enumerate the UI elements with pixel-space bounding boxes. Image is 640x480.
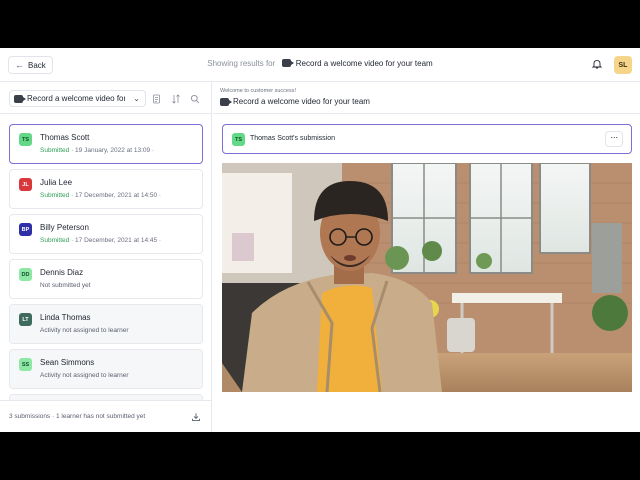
submission-card-linda-thomas[interactable]: LT Linda Thomas Activity not assigned to… — [9, 304, 203, 344]
chevron-down-icon: ⌄ — [133, 94, 140, 103]
submission-status: Activity not assigned to learner — [40, 372, 129, 379]
avatar: BP — [19, 223, 32, 236]
activity-select[interactable]: Record a welcome video for your team ⌄ — [9, 90, 146, 107]
video-frame — [222, 163, 632, 392]
showing-prefix: Showing results for — [207, 59, 276, 68]
video-player[interactable] — [222, 163, 632, 392]
submission-status: Activity not assigned to learner — [40, 327, 129, 334]
submission-header: TS Thomas Scott's submission ··· — [222, 124, 632, 154]
sidebar-toolbar: Record a welcome video for your team ⌄ — [0, 82, 212, 114]
submission-detail: Welcome to customer success! Record a we… — [213, 82, 640, 432]
detail-header: Welcome to customer success! Record a we… — [213, 82, 640, 114]
filter-list-icon[interactable] — [152, 94, 162, 104]
submission-card-julia-lee[interactable]: JL Julia Lee Submitted · 17 December, 20… — [9, 169, 203, 209]
bell-icon[interactable] — [592, 59, 602, 69]
avatar: TS — [19, 133, 32, 146]
learner-name: Thomas Scott — [40, 133, 90, 142]
app-window: ← Back Showing results for Record a welc… — [0, 48, 640, 432]
download-icon[interactable] — [191, 412, 201, 422]
submission-status: Not submitted yet — [40, 282, 91, 289]
submission-card-dennis-diaz[interactable]: DD Dennis Diaz Not submitted yet — [9, 259, 203, 299]
activity-select-value: Record a welcome video for your team — [27, 94, 125, 103]
search-icon[interactable] — [190, 94, 200, 104]
submission-date: · 19 January, 2022 at 13:09 · — [69, 147, 155, 154]
avatar: SS — [19, 358, 32, 371]
avatar: DD — [19, 268, 32, 281]
learner-name: Dennis Diaz — [40, 268, 84, 277]
submission-date: · 17 December, 2021 at 14:45 · — [69, 237, 162, 244]
submission-status: Submitted · 17 December, 2021 at 14:45 · — [40, 237, 161, 244]
status-label: Submitted — [40, 237, 70, 244]
detail-title-text: Record a welcome video for your team — [233, 97, 370, 106]
learner-name: Billy Peterson — [40, 223, 89, 232]
learner-name: Sean Simmons — [40, 358, 95, 367]
top-bar: ← Back Showing results for Record a welc… — [0, 48, 640, 82]
submission-card-sean-simmons[interactable]: SS Sean Simmons Activity not assigned to… — [9, 349, 203, 389]
section-kicker: Welcome to customer success! — [220, 88, 297, 94]
user-avatar[interactable]: SL — [614, 56, 632, 74]
submissions-sidebar: Record a welcome video for your team ⌄ T… — [0, 82, 212, 432]
submission-status: Submitted · 19 January, 2022 at 13:09 · — [40, 147, 154, 154]
status-label: Submitted — [40, 192, 70, 199]
avatar: JL — [19, 178, 32, 191]
submission-card-thomas-scott[interactable]: TS Thomas Scott Submitted · 19 January, … — [9, 124, 203, 164]
sidebar-footer: 3 submissions · 1 learner has not submit… — [0, 400, 212, 432]
submission-date: · 17 December, 2021 at 14:50 · — [69, 192, 162, 199]
video-camera-icon — [281, 59, 294, 67]
more-options-button[interactable]: ··· — [605, 131, 623, 147]
sort-icon[interactable] — [171, 94, 181, 104]
activity-title: Record a welcome video for your team — [295, 59, 433, 68]
learner-name: Linda Thomas — [40, 313, 91, 322]
video-camera-icon — [220, 97, 232, 106]
detail-title: Record a welcome video for your team — [220, 97, 370, 106]
avatar: LT — [19, 313, 32, 326]
submission-card-billy-peterson[interactable]: BP Billy Peterson Submitted · 17 Decembe… — [9, 214, 203, 254]
submission-title: Thomas Scott's submission — [250, 135, 335, 142]
results-heading: Showing results for Record a welcome vid… — [0, 59, 640, 68]
avatar: TS — [232, 133, 245, 146]
submission-list: TS Thomas Scott Submitted · 19 January, … — [0, 116, 212, 400]
learner-name: Julia Lee — [40, 178, 73, 187]
video-camera-icon — [14, 94, 26, 103]
submission-status: Submitted · 17 December, 2021 at 14:50 · — [40, 192, 161, 199]
status-label: Submitted — [40, 147, 70, 154]
submission-summary: 3 submissions · 1 learner has not submit… — [9, 413, 146, 420]
